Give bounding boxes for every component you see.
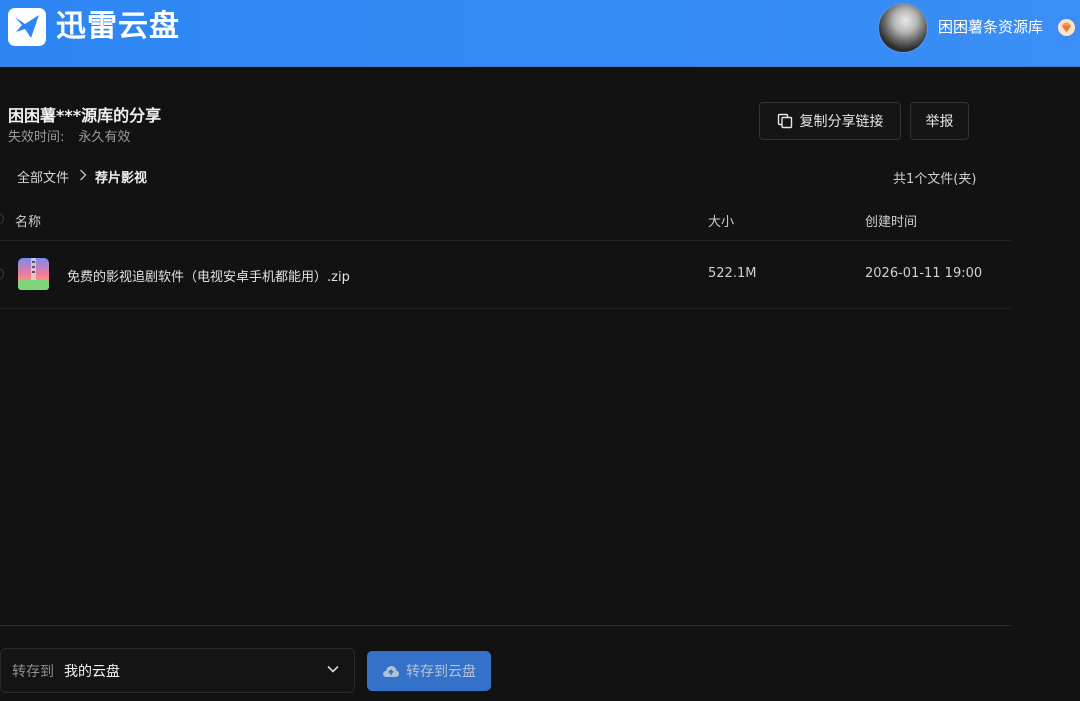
file-created-time: 2026-01-11 19:00: [865, 266, 983, 281]
column-header-created[interactable]: 创建时间: [865, 211, 917, 230]
zip-archive-icon: [18, 258, 49, 290]
row-divider: [0, 308, 1011, 309]
file-size: 522.1M: [708, 266, 757, 281]
top-header: 迅雷云盘 困困薯条资源库: [0, 0, 1080, 67]
expire-info: 失效时间: 永久有效: [8, 126, 130, 145]
avatar[interactable]: [878, 3, 928, 53]
breadcrumb-current: 荐片影视: [95, 171, 148, 186]
column-header-size[interactable]: 大小: [708, 211, 734, 230]
column-header-name[interactable]: 名称: [15, 211, 41, 230]
chevron-right-icon: [79, 169, 87, 185]
file-count: 共1个文件(夹): [893, 172, 977, 187]
share-title: 困困薯***源库的分享: [8, 106, 162, 125]
table-row[interactable]: 免费的影视追剧软件（电视安卓手机都能用）.zip 522.1M 2026-01-…: [0, 241, 1011, 308]
row-checkbox[interactable]: [0, 268, 4, 280]
brand-name[interactable]: 迅雷云盘: [56, 10, 180, 44]
breadcrumb-root[interactable]: 全部文件: [17, 167, 69, 186]
save-to-label: 转存到: [12, 664, 54, 680]
chevron-down-icon: [327, 665, 339, 673]
copy-share-link-button[interactable]: 复制分享链接: [759, 102, 901, 140]
file-name[interactable]: 免费的影视追剧软件（电视安卓手机都能用）.zip: [67, 266, 350, 285]
footer-divider: [0, 625, 1011, 626]
copy-share-link-label: 复制分享链接: [799, 114, 884, 130]
diamond-icon: [1057, 18, 1076, 37]
username[interactable]: 困困薯条资源库: [938, 17, 1043, 37]
save-destination-select[interactable]: 转存到 我的云盘: [0, 648, 355, 693]
select-all-checkbox[interactable]: [0, 213, 4, 225]
save-to-cloud-label: 转存到云盘: [406, 664, 476, 680]
report-button[interactable]: 举报: [910, 102, 969, 140]
breadcrumb: 全部文件 荐片影视: [17, 167, 147, 186]
expire-value: 永久有效: [78, 130, 131, 145]
save-to-cloud-button[interactable]: 转存到云盘: [367, 651, 491, 691]
cloud-upload-icon: [383, 666, 400, 677]
thunder-bird-icon[interactable]: [8, 8, 46, 46]
copy-icon: [777, 113, 792, 129]
expire-label: 失效时间:: [8, 130, 65, 145]
save-to-value: 我的云盘: [64, 664, 120, 680]
